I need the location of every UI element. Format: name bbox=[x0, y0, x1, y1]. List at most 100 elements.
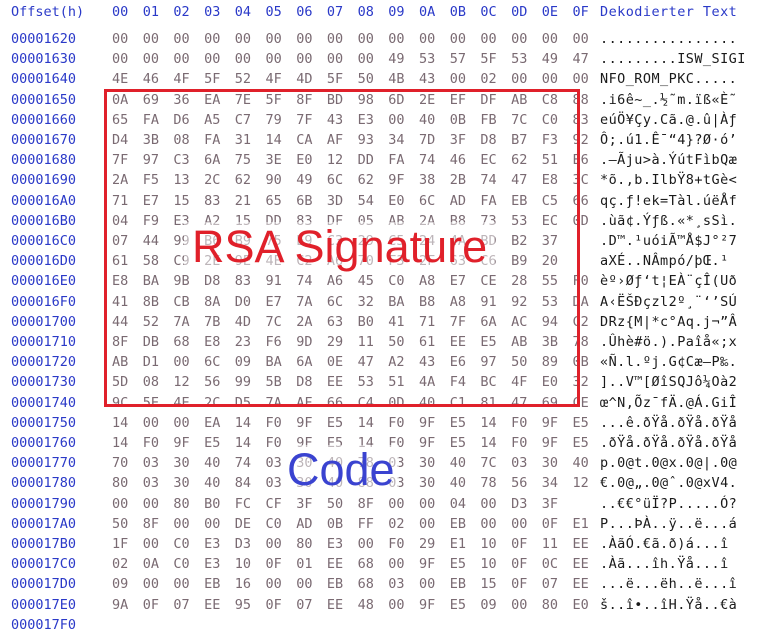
hex-byte[interactable]: 47 bbox=[511, 393, 527, 413]
hex-byte[interactable]: 7C bbox=[511, 110, 527, 130]
decoded-text[interactable]: eúÖ¥Çy.Cã.@.û|Àƒ bbox=[600, 110, 737, 130]
hex-byte[interactable]: 57 bbox=[450, 49, 466, 69]
hex-byte[interactable]: 00 bbox=[173, 574, 189, 594]
hex-byte[interactable]: 12 bbox=[327, 150, 343, 170]
hex-byte[interactable]: 97 bbox=[480, 352, 496, 372]
hex-byte[interactable]: C3 bbox=[173, 150, 189, 170]
hex-byte[interactable]: E6 bbox=[573, 150, 589, 170]
hex-byte[interactable]: 53 bbox=[358, 372, 374, 392]
hex-byte[interactable]: AD bbox=[296, 514, 312, 534]
hex-byte[interactable]: E3 bbox=[358, 110, 374, 130]
hex-byte[interactable]: 00 bbox=[143, 534, 159, 554]
decoded-text[interactable]: qç.ƒ!ek=Tàl.úëÅf bbox=[600, 191, 737, 211]
hex-byte[interactable]: 92 bbox=[573, 130, 589, 150]
hex-byte[interactable]: 53 bbox=[511, 49, 527, 69]
hex-byte[interactable]: 9F bbox=[542, 433, 558, 453]
hex-byte[interactable]: F0 bbox=[573, 271, 589, 291]
hex-byte[interactable]: E5 bbox=[204, 433, 220, 453]
hex-byte[interactable]: 65 bbox=[112, 110, 128, 130]
hex-byte[interactable]: 30 bbox=[173, 473, 189, 493]
hex-byte[interactable]: 47 bbox=[511, 170, 527, 190]
decoded-text[interactable]: Ô;.ú1.Ê¯“4}?Ø·ó’ bbox=[600, 130, 737, 150]
hex-byte[interactable]: 50 bbox=[358, 69, 374, 89]
hex-byte[interactable]: 98 bbox=[358, 90, 374, 110]
hex-byte[interactable]: F0 bbox=[266, 413, 282, 433]
hex-byte[interactable]: D5 bbox=[235, 393, 251, 413]
hex-byte[interactable]: 7E bbox=[235, 90, 251, 110]
hex-byte[interactable]: 37 bbox=[542, 231, 558, 251]
hex-byte[interactable]: 00 bbox=[419, 29, 435, 49]
hex-byte[interactable]: 30 bbox=[419, 453, 435, 473]
hex-byte[interactable]: 00 bbox=[327, 49, 343, 69]
hex-byte[interactable]: 04 bbox=[112, 211, 128, 231]
hex-byte[interactable]: 9F bbox=[542, 413, 558, 433]
hex-byte[interactable]: E0 bbox=[296, 150, 312, 170]
hex-byte[interactable]: 62 bbox=[235, 170, 251, 190]
hex-byte[interactable]: 7F bbox=[112, 150, 128, 170]
hex-byte[interactable]: 12 bbox=[173, 372, 189, 392]
hex-byte[interactable]: DA bbox=[573, 292, 589, 312]
hex-byte[interactable]: 00 bbox=[573, 29, 589, 49]
hex-byte[interactable]: 15 bbox=[173, 191, 189, 211]
hex-byte[interactable]: 0A bbox=[112, 90, 128, 110]
hex-byte[interactable]: E0 bbox=[388, 191, 404, 211]
hex-byte[interactable]: 83 bbox=[204, 191, 220, 211]
hex-byte[interactable]: 7F bbox=[450, 312, 466, 332]
hex-byte[interactable]: 7A bbox=[296, 292, 312, 312]
hex-byte[interactable]: 11 bbox=[542, 534, 558, 554]
hex-byte[interactable]: 13 bbox=[173, 170, 189, 190]
hex-byte[interactable]: 07 bbox=[112, 231, 128, 251]
hex-byte[interactable]: 29 bbox=[327, 332, 343, 352]
hex-byte[interactable]: 49 bbox=[388, 49, 404, 69]
hex-byte[interactable]: 00 bbox=[573, 69, 589, 89]
hex-byte[interactable]: B2 bbox=[511, 231, 527, 251]
decoded-text[interactable]: œ^N,Õz¯fÄ.@Á.GiÎ bbox=[600, 393, 737, 413]
hex-byte[interactable]: 5F bbox=[266, 90, 282, 110]
hex-byte[interactable]: 3F bbox=[542, 494, 558, 514]
hex-byte[interactable]: 00 bbox=[480, 514, 496, 534]
hex-byte[interactable]: 14 bbox=[480, 413, 496, 433]
hex-byte[interactable]: DE bbox=[235, 514, 251, 534]
hex-byte[interactable]: 41 bbox=[112, 292, 128, 312]
decoded-text[interactable]: ..€€°üÏ?P.....Ó? bbox=[600, 494, 737, 514]
hex-byte[interactable]: 7C bbox=[480, 453, 496, 473]
hex-byte[interactable]: EF bbox=[450, 90, 466, 110]
decoded-text[interactable]: p.0@t.0@x.0@|.0@ bbox=[600, 453, 737, 473]
hex-byte[interactable]: 00 bbox=[143, 574, 159, 594]
hex-byte[interactable]: 2E bbox=[419, 90, 435, 110]
hex-byte[interactable]: AF bbox=[327, 130, 343, 150]
hex-byte[interactable]: E0 bbox=[542, 372, 558, 392]
hex-byte[interactable]: 58 bbox=[143, 251, 159, 271]
hex-byte[interactable]: 51 bbox=[388, 372, 404, 392]
hex-byte[interactable]: 0F bbox=[511, 534, 527, 554]
hex-byte[interactable]: 65 bbox=[266, 191, 282, 211]
hex-byte[interactable]: 49 bbox=[296, 170, 312, 190]
hex-byte[interactable]: D3 bbox=[235, 534, 251, 554]
hex-byte[interactable]: 7A bbox=[173, 312, 189, 332]
hex-byte[interactable]: 00 bbox=[235, 29, 251, 49]
hex-byte[interactable]: AD bbox=[450, 191, 466, 211]
hex-byte[interactable]: 00 bbox=[296, 49, 312, 69]
hex-byte[interactable]: 3B bbox=[143, 130, 159, 150]
hex-byte[interactable]: E8 bbox=[204, 332, 220, 352]
hex-byte[interactable]: 99 bbox=[235, 372, 251, 392]
hex-byte[interactable]: 63 bbox=[327, 312, 343, 332]
hex-byte[interactable]: 62 bbox=[511, 150, 527, 170]
hex-byte[interactable]: F4 bbox=[450, 372, 466, 392]
hex-byte[interactable]: 43 bbox=[419, 352, 435, 372]
hex-byte[interactable]: 0A bbox=[143, 554, 159, 574]
hex-byte[interactable]: 21 bbox=[235, 191, 251, 211]
hex-byte[interactable]: 14 bbox=[235, 433, 251, 453]
hex-byte[interactable]: 46 bbox=[143, 69, 159, 89]
hex-byte[interactable]: 0C bbox=[542, 554, 558, 574]
hex-byte[interactable]: 6B bbox=[296, 191, 312, 211]
hex-byte[interactable]: 9A bbox=[112, 595, 128, 615]
hex-byte[interactable]: 97 bbox=[143, 150, 159, 170]
hex-byte[interactable]: 14 bbox=[235, 413, 251, 433]
hex-byte[interactable]: 40 bbox=[419, 110, 435, 130]
hex-byte[interactable]: D6 bbox=[173, 110, 189, 130]
hex-byte[interactable]: 8F bbox=[112, 332, 128, 352]
hex-byte[interactable]: 2C bbox=[204, 393, 220, 413]
hex-byte[interactable]: 00 bbox=[542, 69, 558, 89]
hex-byte[interactable]: 00 bbox=[511, 595, 527, 615]
